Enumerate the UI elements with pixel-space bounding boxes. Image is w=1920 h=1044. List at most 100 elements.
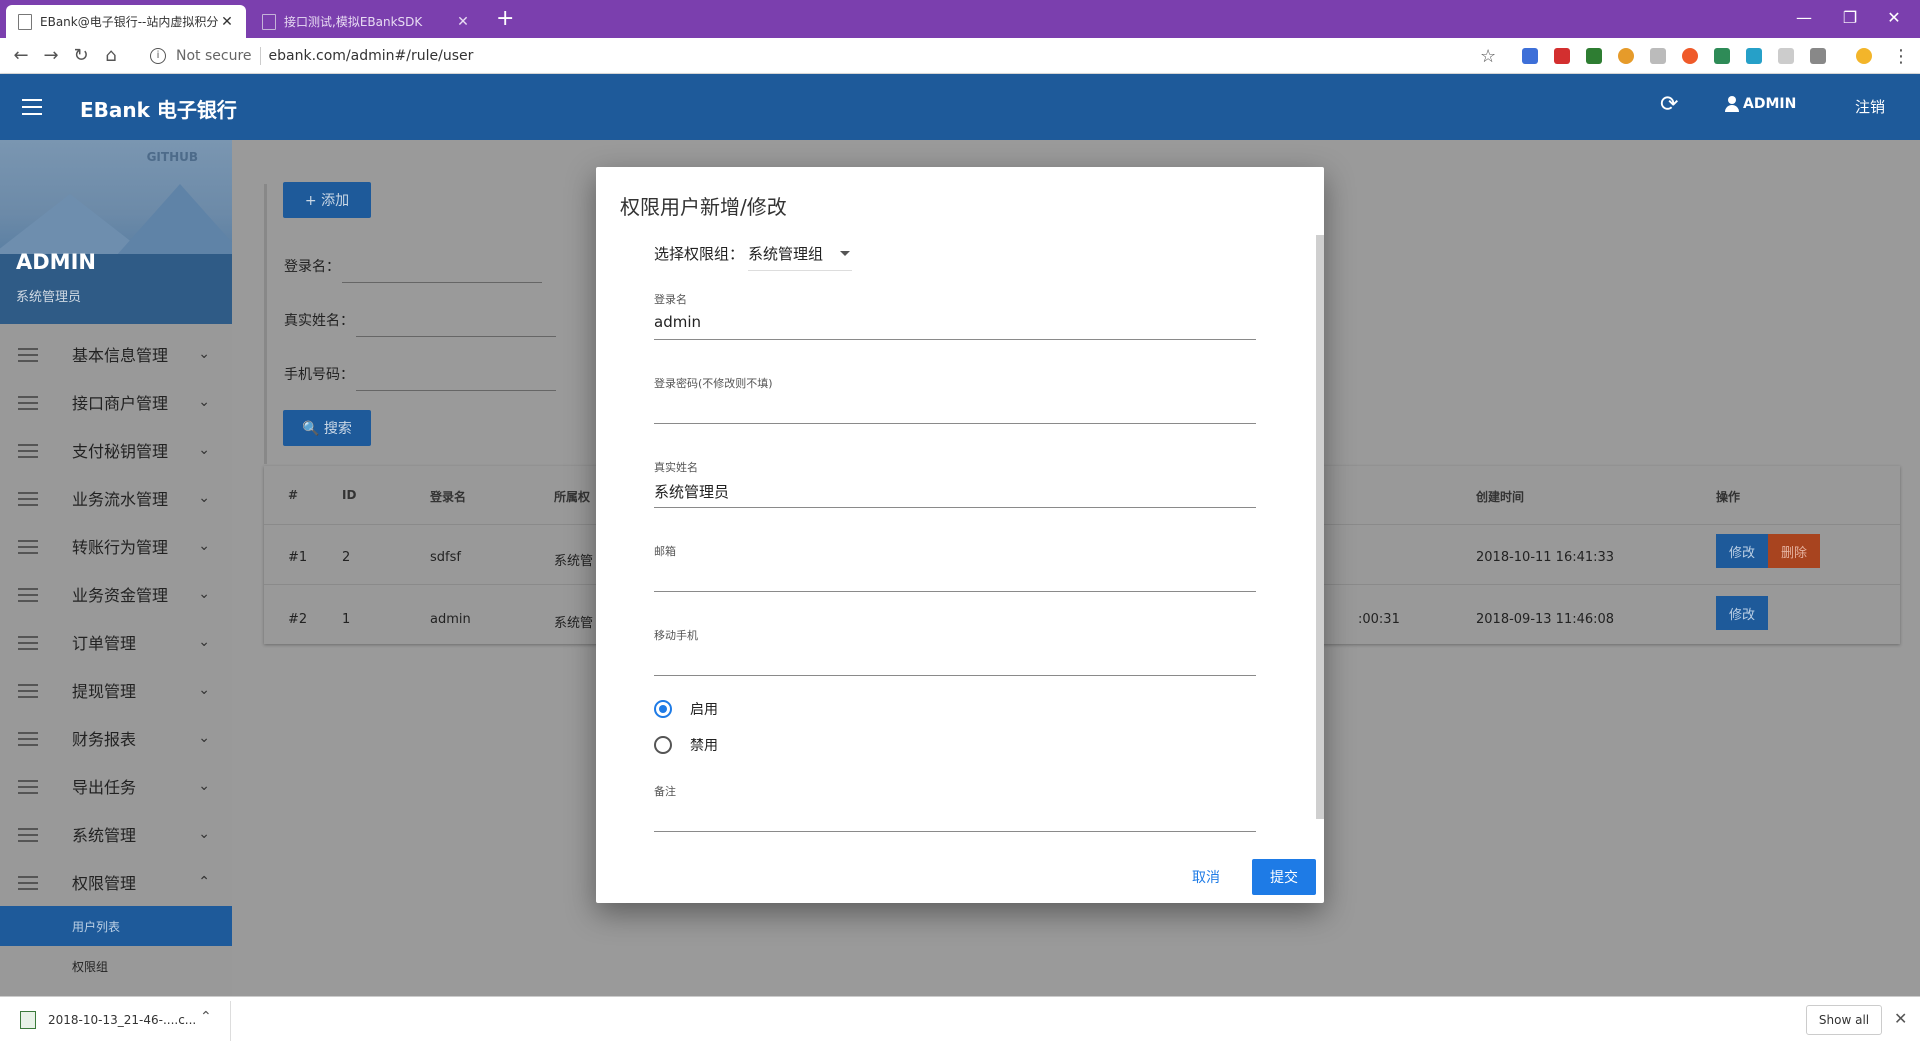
chevron-icon: ⌄ bbox=[198, 442, 210, 458]
sidebar-menu-item[interactable]: 业务流水管理 ⌄ bbox=[0, 474, 232, 522]
list-icon bbox=[18, 444, 38, 462]
github-link[interactable]: GITHUB bbox=[147, 150, 198, 164]
field-underline bbox=[654, 339, 1256, 340]
profile-card: GITHUB ADMIN 系统管理员 bbox=[0, 140, 232, 324]
browser-tab-inactive[interactable]: 接口测试,模拟EBankSDK ✕ bbox=[250, 5, 482, 38]
extension-icon[interactable] bbox=[1682, 48, 1698, 64]
chevron-icon: ⌄ bbox=[198, 778, 210, 794]
menu-toggle-icon[interactable] bbox=[22, 99, 42, 115]
list-icon bbox=[18, 732, 38, 750]
edit-button[interactable]: 修改 bbox=[1716, 534, 1768, 568]
chevron-icon: ⌄ bbox=[198, 826, 210, 842]
sidebar-menu-item[interactable]: 转账行为管理 ⌄ bbox=[0, 522, 232, 570]
extension-icon[interactable] bbox=[1746, 48, 1762, 64]
logout-link[interactable]: 注销 bbox=[1855, 96, 1885, 117]
extension-icon[interactable] bbox=[1522, 48, 1538, 64]
profile-avatar-icon[interactable] bbox=[1856, 48, 1872, 64]
sidebar-menu-item[interactable]: 基本信息管理 ⌄ bbox=[0, 330, 232, 378]
add-button[interactable]: + 添加 bbox=[283, 182, 371, 218]
extension-icon[interactable] bbox=[1586, 48, 1602, 64]
new-tab-button[interactable]: + bbox=[496, 8, 514, 30]
sidebar-menu-item[interactable]: 接口商户管理 ⌄ bbox=[0, 378, 232, 426]
extension-icon[interactable] bbox=[1650, 48, 1666, 64]
chevron-up-icon[interactable]: ⌃ bbox=[200, 1009, 212, 1025]
search-button[interactable]: 🔍 搜索 bbox=[283, 410, 371, 446]
sidebar-menu-item[interactable]: 业务资金管理 ⌄ bbox=[0, 570, 232, 618]
chevron-icon: ⌄ bbox=[198, 490, 210, 506]
refresh-icon[interactable]: ⟳ bbox=[1660, 92, 1678, 117]
dropdown-arrow-icon bbox=[840, 251, 850, 256]
sidebar-menu-item[interactable]: 财务报表 ⌄ bbox=[0, 714, 232, 762]
sidebar-menu-item[interactable]: 权限管理 ⌃ bbox=[0, 858, 232, 906]
user-name: ADMIN bbox=[1743, 96, 1797, 112]
list-icon bbox=[18, 780, 38, 798]
address-bar[interactable]: i Not secure ebank.com/admin#/rule/user bbox=[140, 43, 1480, 69]
filter-input-realname[interactable] bbox=[356, 336, 556, 337]
field-underline bbox=[654, 675, 1256, 676]
show-all-button[interactable]: Show all bbox=[1806, 1005, 1882, 1035]
filter-input-phone[interactable] bbox=[356, 390, 556, 391]
home-icon[interactable]: ⌂ bbox=[96, 45, 126, 66]
extension-icon[interactable] bbox=[1810, 48, 1826, 64]
back-icon[interactable]: ← bbox=[6, 45, 36, 66]
restore-icon[interactable]: ❐ bbox=[1840, 8, 1860, 27]
group-select-label: 选择权限组： bbox=[654, 245, 745, 263]
extension-icon[interactable] bbox=[1554, 48, 1570, 64]
app-header: EBank 电子银行 ⟳ ADMIN 注销 bbox=[0, 74, 1920, 140]
table-cell: 1 bbox=[342, 612, 351, 627]
table-cell: 2018-09-13 11:46:08 bbox=[1476, 612, 1615, 627]
table-cell: #1 bbox=[288, 550, 308, 565]
status-disabled-radio[interactable]: 禁用 bbox=[654, 735, 718, 755]
submit-button[interactable]: 提交 bbox=[1252, 859, 1316, 895]
close-tab-icon[interactable]: ✕ bbox=[456, 14, 470, 30]
delete-button[interactable]: 删除 bbox=[1768, 534, 1820, 568]
url-text[interactable]: ebank.com/admin#/rule/user bbox=[269, 48, 474, 64]
table-cell: 2 bbox=[342, 550, 351, 565]
sidebar-menu-item[interactable]: 系统管理 ⌄ bbox=[0, 810, 232, 858]
chevron-icon: ⌄ bbox=[198, 346, 210, 362]
window-close-icon[interactable]: ✕ bbox=[1884, 8, 1904, 27]
sidebar-subitem[interactable]: 权限组 bbox=[0, 946, 232, 986]
sidebar-menu-item[interactable]: 支付秘钥管理 ⌄ bbox=[0, 426, 232, 474]
extension-icon[interactable] bbox=[1778, 48, 1794, 64]
table-cell: admin bbox=[430, 612, 471, 627]
page-icon bbox=[18, 13, 32, 30]
sidebar-menu-item[interactable]: 导出任务 ⌄ bbox=[0, 762, 232, 810]
close-icon[interactable]: ✕ bbox=[1894, 1009, 1907, 1028]
sidebar-subitem[interactable]: 用户列表 bbox=[0, 906, 232, 946]
extension-icon[interactable] bbox=[1618, 48, 1634, 64]
browser-menu-icon[interactable]: ⋮ bbox=[1892, 46, 1910, 67]
minimize-icon[interactable]: — bbox=[1794, 8, 1814, 27]
user-menu[interactable]: ADMIN bbox=[1724, 96, 1796, 112]
browser-toolbar: ← → ↻ ⌂ i Not secure ebank.com/admin#/ru… bbox=[0, 38, 1920, 74]
login-name-input[interactable]: admin bbox=[654, 313, 701, 331]
field-underline bbox=[654, 591, 1256, 592]
sidebar-menu-item[interactable]: 订单管理 ⌄ bbox=[0, 618, 232, 666]
reload-icon[interactable]: ↻ bbox=[66, 45, 96, 66]
sidebar-item-label: 订单管理 bbox=[72, 634, 137, 653]
sidebar-item-label: 导出任务 bbox=[72, 778, 137, 797]
list-icon bbox=[18, 684, 38, 702]
list-icon bbox=[18, 540, 38, 558]
cancel-button[interactable]: 取消 bbox=[1192, 867, 1220, 887]
group-select[interactable]: 系统管理组 bbox=[748, 243, 852, 271]
info-icon[interactable]: i bbox=[150, 48, 166, 64]
extension-icon[interactable] bbox=[1714, 48, 1730, 64]
edit-button[interactable]: 修改 bbox=[1716, 596, 1768, 630]
status-enabled-radio[interactable]: 启用 bbox=[654, 699, 718, 719]
table-cell: 2018-10-11 16:41:33 bbox=[1476, 550, 1615, 565]
forward-icon[interactable]: → bbox=[36, 45, 66, 66]
close-tab-icon[interactable]: ✕ bbox=[220, 14, 234, 30]
brand-title: EBank 电子银行 bbox=[80, 98, 237, 122]
dialog-scrollbar[interactable] bbox=[1316, 235, 1324, 819]
radio-label: 禁用 bbox=[690, 738, 718, 754]
browser-tab-active[interactable]: EBank@电子银行--站内虚拟积分 ✕ bbox=[6, 5, 246, 38]
real-name-input[interactable]: 系统管理员 bbox=[654, 481, 729, 502]
download-filename[interactable]: 2018-10-13_21-46-....c... bbox=[48, 1013, 196, 1027]
bookmark-star-icon[interactable]: ☆ bbox=[1480, 46, 1496, 67]
sidebar-item-label: 支付秘钥管理 bbox=[72, 442, 169, 461]
sidebar-menu-item[interactable]: 提现管理 ⌄ bbox=[0, 666, 232, 714]
radio-label: 启用 bbox=[690, 702, 718, 718]
filter-input-login[interactable] bbox=[342, 282, 542, 283]
file-icon bbox=[20, 1011, 36, 1029]
